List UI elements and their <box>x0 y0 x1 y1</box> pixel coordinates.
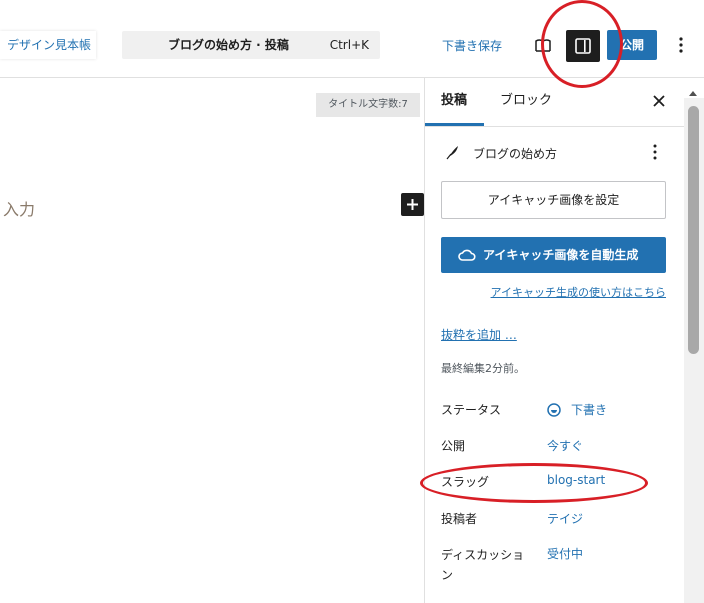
content-placeholder[interactable]: 入力 <box>3 196 35 220</box>
status-label: ステータス <box>441 403 502 417</box>
close-icon[interactable] <box>651 93 667 109</box>
book-icon[interactable] <box>533 36 553 56</box>
slug-value[interactable]: blog-start <box>547 473 605 487</box>
post-actions-icon[interactable] <box>647 142 663 162</box>
settings-sidebar: 投稿 ブロック ブログの始め方 アイキャッチ画像を設定 アイキャッチ画像を自動生… <box>424 78 685 603</box>
cloud-icon <box>458 249 476 261</box>
command-palette-bar[interactable]: ブログの始め方 · 投稿 Ctrl+K <box>122 31 380 59</box>
editor-header: デザイン見本帳 ブログの始め方 · 投稿 Ctrl+K 下書き保存 公開 <box>0 0 704 78</box>
auto-generate-featured-image-button[interactable]: アイキャッチ画像を自動生成 <box>441 237 666 273</box>
sidebar-toggle-button[interactable] <box>566 30 600 62</box>
author-value[interactable]: テイジ <box>547 510 583 527</box>
add-block-button[interactable] <box>401 193 424 216</box>
tab-post[interactable]: 投稿 <box>441 78 467 124</box>
vertical-ellipsis-icon[interactable] <box>672 34 690 56</box>
sidebar-scrollbar-thumb[interactable] <box>688 106 699 354</box>
auto-generate-label: アイキャッチ画像を自動生成 <box>483 248 639 262</box>
command-shortcut: Ctrl+K <box>329 38 369 52</box>
post-title: ブログの始め方 <box>473 147 558 161</box>
featured-image-howto-link[interactable]: アイキャッチ生成の使い方はこちら <box>491 284 666 300</box>
slug-label: スラッグ <box>441 475 490 489</box>
draft-status-icon <box>547 402 561 417</box>
title-character-count: タイトル文字数:7 <box>316 93 420 117</box>
document-title: ブログの始め方 · 投稿 <box>168 38 289 52</box>
save-draft-button[interactable]: 下書き保存 <box>442 37 502 54</box>
discussion-label: ディスカッション <box>441 548 525 582</box>
tab-divider <box>425 126 685 127</box>
status-value[interactable]: 下書き <box>571 401 607 418</box>
author-label: 投稿者 <box>441 512 478 526</box>
publish-value[interactable]: 今すぐ <box>547 437 583 454</box>
plus-icon <box>407 199 418 210</box>
publish-button[interactable]: 公開 <box>607 30 657 60</box>
design-sample-link[interactable]: デザイン見本帳 <box>0 31 96 59</box>
feather-icon <box>445 144 461 160</box>
last-edited-text: 最終編集2分前。 <box>441 362 525 375</box>
set-featured-image-button[interactable]: アイキャッチ画像を設定 <box>441 181 666 219</box>
discussion-value[interactable]: 受付中 <box>547 545 583 562</box>
add-excerpt-link[interactable]: 抜粋を追加 … <box>441 326 517 343</box>
sidebar-panel-icon <box>575 38 591 54</box>
tab-block[interactable]: ブロック <box>500 78 552 124</box>
publish-label: 公開 <box>441 439 466 453</box>
scroll-up-icon[interactable] <box>687 84 699 96</box>
